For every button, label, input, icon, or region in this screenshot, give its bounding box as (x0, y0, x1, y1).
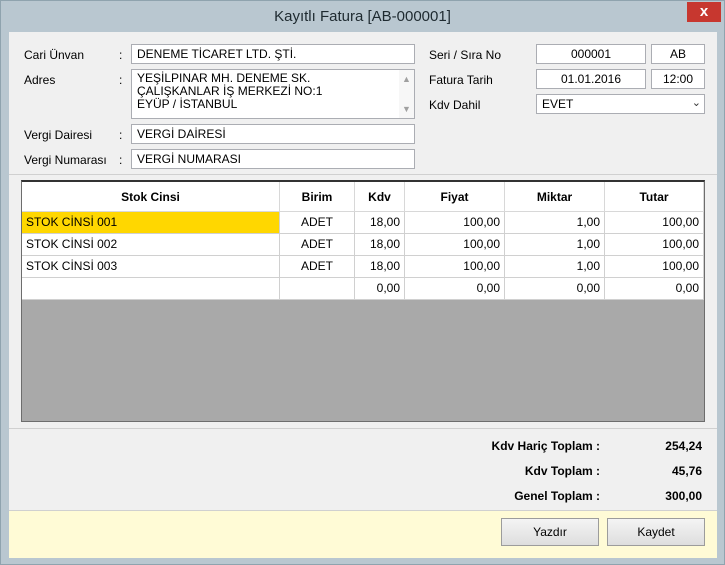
grid-cell-fiyat[interactable]: 100,00 (405, 234, 505, 256)
grid-cell-tutar[interactable]: 0,00 (605, 278, 704, 300)
genel-toplam-value: 300,00 (665, 489, 702, 503)
adres-colon: : (119, 73, 123, 87)
kdv-dahil-value: EVET (542, 97, 574, 111)
kdv-dahil-label: Kdv Dahil (429, 98, 481, 112)
grid-cell-fiyat[interactable]: 0,00 (405, 278, 505, 300)
grid-cell-kdv[interactable]: 18,00 (355, 256, 405, 278)
col-header-tutar[interactable]: Tutar (605, 182, 704, 212)
totals-panel: Kdv Hariç Toplam : 254,24 Kdv Toplam : 4… (9, 429, 717, 509)
grid-cell-birim[interactable]: ADET (280, 212, 355, 234)
fatura-tarih-label: Fatura Tarih (429, 73, 493, 87)
grid-cell-stok[interactable]: STOK CİNSİ 003 (22, 256, 280, 278)
vergi-dairesi-label: Vergi Dairesi (24, 128, 93, 142)
fatura-time-field[interactable]: 12:00 (651, 69, 705, 89)
kdv-toplam-value: 45,76 (671, 464, 702, 478)
close-icon: x (699, 3, 709, 20)
cari-unvan-field[interactable]: DENEME TİCARET LTD. ŞTİ. (131, 44, 415, 64)
invoice-lines-grid[interactable]: Stok Cinsi Birim Kdv Fiyat Miktar Tutar … (21, 180, 705, 422)
yazdir-button[interactable]: Yazdır (501, 518, 599, 546)
header-separator (9, 174, 717, 175)
cari-unvan-label: Cari Ünvan (24, 48, 85, 62)
grid-cell-stok[interactable]: STOK CİNSİ 001 (22, 212, 280, 234)
vergi-dairesi-field[interactable]: VERGİ DAİRESİ (131, 124, 415, 144)
seri-sira-label: Seri / Sıra No (429, 48, 502, 62)
col-header-miktar[interactable]: Miktar (505, 182, 605, 212)
button-bar: Yazdır Kaydet (9, 510, 717, 558)
grid-cell-miktar[interactable]: 0,00 (505, 278, 605, 300)
chevron-up-icon[interactable]: ▲ (399, 72, 414, 86)
grid-cell-birim[interactable]: ADET (280, 234, 355, 256)
adres-label: Adres (24, 73, 56, 87)
invoice-window: Kayıtlı Fatura [AB-000001] x Cari Ünvan … (0, 0, 725, 565)
chevron-down-icon: ⌄ (691, 97, 701, 109)
genel-toplam-label: Genel Toplam : (514, 489, 600, 503)
grid-cell-miktar[interactable]: 1,00 (505, 212, 605, 234)
grid-cell-stok[interactable] (22, 278, 280, 300)
kaydet-button[interactable]: Kaydet (607, 518, 705, 546)
window-title: Kayıtlı Fatura [AB-000001] (274, 8, 451, 25)
kdv-dahil-select[interactable]: EVET ⌄ (536, 94, 705, 114)
grid-cell-tutar[interactable]: 100,00 (605, 234, 704, 256)
grid-cell-birim[interactable]: ADET (280, 256, 355, 278)
vergi-numarasi-colon: : (119, 153, 123, 167)
grid-cell-miktar[interactable]: 1,00 (505, 256, 605, 278)
vergi-numarasi-label: Vergi Numarası (24, 153, 107, 167)
kdv-haric-toplam-label: Kdv Hariç Toplam : (491, 439, 600, 453)
cari-unvan-colon: : (119, 48, 123, 62)
seri-field[interactable]: AB (651, 44, 705, 64)
grid-cell-kdv[interactable]: 18,00 (355, 234, 405, 256)
close-button[interactable]: x (687, 2, 721, 22)
sira-no-field[interactable]: 000001 (536, 44, 646, 64)
grid-cell-tutar[interactable]: 100,00 (605, 212, 704, 234)
adres-scrollbar[interactable]: ▲ ▼ (399, 70, 414, 118)
grid-cell-stok[interactable]: STOK CİNSİ 002 (22, 234, 280, 256)
grid-cell-kdv[interactable]: 0,00 (355, 278, 405, 300)
grid-cell-kdv[interactable]: 18,00 (355, 212, 405, 234)
grid-cell-fiyat[interactable]: 100,00 (405, 212, 505, 234)
vergi-numarasi-field[interactable]: VERGİ NUMARASI (131, 149, 415, 169)
kdv-toplam-label: Kdv Toplam : (524, 464, 600, 478)
col-header-fiyat[interactable]: Fiyat (405, 182, 505, 212)
grid-cell-miktar[interactable]: 1,00 (505, 234, 605, 256)
col-header-kdv[interactable]: Kdv (355, 182, 405, 212)
adres-textarea[interactable]: YEŞİLPINAR MH. DENEME SK. ÇALIŞKANLAR İŞ… (131, 69, 415, 119)
col-header-birim[interactable]: Birim (280, 182, 355, 212)
fatura-date-field[interactable]: 01.01.2016 (536, 69, 646, 89)
grid-cell-tutar[interactable]: 100,00 (605, 256, 704, 278)
kdv-haric-toplam-value: 254,24 (665, 439, 702, 453)
col-header-stok-cinsi[interactable]: Stok Cinsi (22, 182, 280, 212)
chevron-down-icon[interactable]: ▼ (399, 102, 414, 116)
title-bar[interactable]: Kayıtlı Fatura [AB-000001] x (1, 1, 724, 32)
vergi-dairesi-colon: : (119, 128, 123, 142)
grid-cell-birim[interactable] (280, 278, 355, 300)
client-area: Cari Ünvan : DENEME TİCARET LTD. ŞTİ. Ad… (9, 32, 717, 558)
grid-cell-fiyat[interactable]: 100,00 (405, 256, 505, 278)
adres-line-3: EYÜP / İSTANBUL (137, 97, 238, 111)
